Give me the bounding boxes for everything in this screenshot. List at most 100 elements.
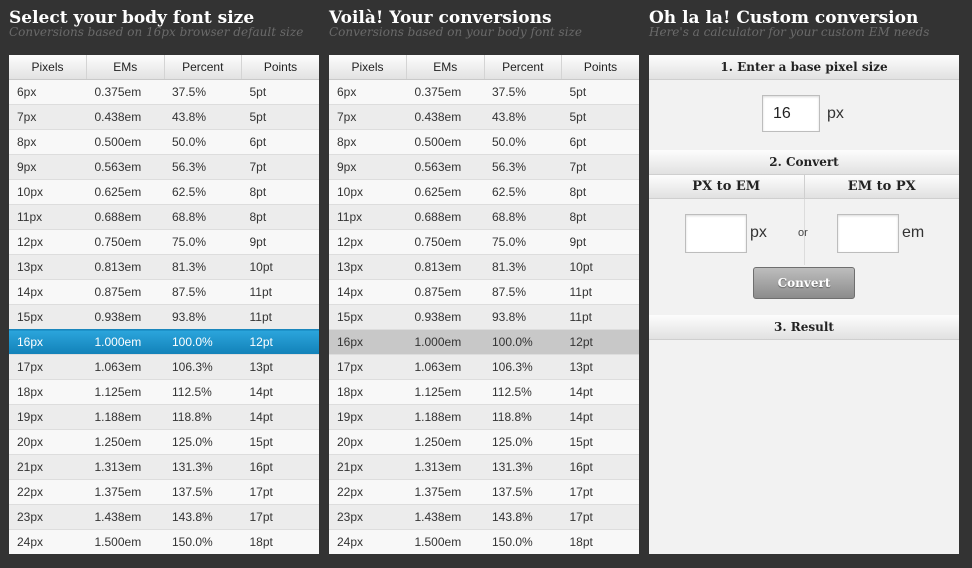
- table-row: 16px 1.000em 100.0% 12pt: [329, 329, 639, 355]
- percent-cell: 100.0%: [484, 329, 562, 355]
- table-row[interactable]: 16px 1.000em 100.0% 12pt: [9, 329, 319, 355]
- points-cell: 5pt: [241, 104, 319, 130]
- table-row[interactable]: 8px 0.500em 50.0% 6pt: [9, 129, 319, 155]
- pixels-cell: 6px: [329, 79, 407, 105]
- table-row[interactable]: 23px 1.438em 143.8% 17pt: [9, 504, 319, 530]
- table-row: 19px 1.188em 118.8% 14pt: [329, 404, 639, 430]
- table-row[interactable]: 6px 0.375em 37.5% 5pt: [9, 79, 319, 105]
- header-pixels: Pixels: [329, 55, 407, 80]
- table-row[interactable]: 9px 0.563em 56.3% 7pt: [9, 154, 319, 180]
- points-cell: 18pt: [241, 529, 319, 554]
- px-input[interactable]: [685, 214, 747, 253]
- table-row[interactable]: 22px 1.375em 137.5% 17pt: [9, 479, 319, 505]
- ems-cell: 1.188em: [86, 404, 164, 430]
- percent-cell: 150.0%: [164, 529, 242, 554]
- points-cell: 16pt: [561, 454, 639, 480]
- percent-cell: 81.3%: [164, 254, 242, 280]
- ems-cell: 1.063em: [406, 354, 484, 380]
- table-row[interactable]: 24px 1.500em 150.0% 18pt: [9, 529, 319, 554]
- table-row[interactable]: 17px 1.063em 106.3% 13pt: [9, 354, 319, 380]
- header-points: Points: [241, 55, 319, 80]
- header-percent: Percent: [164, 55, 242, 80]
- table-row: 13px 0.813em 81.3% 10pt: [329, 254, 639, 280]
- pixels-cell: 14px: [9, 279, 87, 305]
- pixels-cell: 13px: [329, 254, 407, 280]
- percent-cell: 112.5%: [164, 379, 242, 405]
- panel-subtitle: Conversions based on 16px browser defaul…: [9, 25, 304, 39]
- percent-cell: 131.3%: [484, 454, 562, 480]
- points-cell: 8pt: [241, 179, 319, 205]
- percent-cell: 150.0%: [484, 529, 562, 554]
- percent-cell: 137.5%: [484, 479, 562, 505]
- points-cell: 11pt: [241, 304, 319, 330]
- ems-cell: 0.750em: [86, 229, 164, 255]
- percent-cell: 87.5%: [484, 279, 562, 305]
- points-cell: 9pt: [241, 229, 319, 255]
- percent-cell: 137.5%: [164, 479, 242, 505]
- table-row[interactable]: 7px 0.438em 43.8% 5pt: [9, 104, 319, 130]
- pixels-cell: 18px: [9, 379, 87, 405]
- pixels-cell: 22px: [329, 479, 407, 505]
- base-pixel-input[interactable]: 16: [762, 95, 820, 132]
- em-input[interactable]: [837, 214, 899, 253]
- calculator: 1. Enter a base pixel size 16 px 2. Conv…: [649, 55, 959, 554]
- table-row[interactable]: 15px 0.938em 93.8% 11pt: [9, 304, 319, 330]
- table-row[interactable]: 13px 0.813em 81.3% 10pt: [9, 254, 319, 280]
- points-cell: 8pt: [561, 179, 639, 205]
- percent-cell: 75.0%: [484, 229, 562, 255]
- points-cell: 8pt: [561, 204, 639, 230]
- points-cell: 13pt: [241, 354, 319, 380]
- points-cell: 5pt: [241, 79, 319, 105]
- percent-cell: 50.0%: [164, 129, 242, 155]
- points-cell: 14pt: [241, 379, 319, 405]
- table-row[interactable]: 20px 1.250em 125.0% 15pt: [9, 429, 319, 455]
- points-cell: 14pt: [241, 404, 319, 430]
- table-row[interactable]: 11px 0.688em 68.8% 8pt: [9, 204, 319, 230]
- pixels-cell: 21px: [329, 454, 407, 480]
- percent-cell: 43.8%: [164, 104, 242, 130]
- ems-cell: 0.438em: [86, 104, 164, 130]
- panel-subtitle: Conversions based on your body font size: [329, 25, 582, 39]
- px-unit-label: px: [750, 224, 767, 241]
- convert-button[interactable]: Convert: [753, 267, 855, 299]
- pixels-cell: 22px: [9, 479, 87, 505]
- convert-area: px or em Convert: [649, 199, 959, 315]
- pixels-cell: 17px: [9, 354, 87, 380]
- percent-cell: 62.5%: [484, 179, 562, 205]
- percent-cell: 50.0%: [484, 129, 562, 155]
- table-row[interactable]: 10px 0.625em 62.5% 8pt: [9, 179, 319, 205]
- table-row: 8px 0.500em 50.0% 6pt: [329, 129, 639, 155]
- table-row[interactable]: 21px 1.313em 131.3% 16pt: [9, 454, 319, 480]
- percent-cell: 106.3%: [164, 354, 242, 380]
- table-row[interactable]: 19px 1.188em 118.8% 14pt: [9, 404, 319, 430]
- percent-cell: 56.3%: [164, 154, 242, 180]
- table-row[interactable]: 18px 1.125em 112.5% 14pt: [9, 379, 319, 405]
- ems-cell: 1.000em: [86, 329, 164, 355]
- header-ems: EMs: [86, 55, 165, 80]
- ems-cell: 0.938em: [406, 304, 484, 330]
- table-row[interactable]: 12px 0.750em 75.0% 9pt: [9, 229, 319, 255]
- step1-header: 1. Enter a base pixel size: [649, 55, 959, 80]
- points-cell: 13pt: [561, 354, 639, 380]
- percent-cell: 68.8%: [484, 204, 562, 230]
- or-label: or: [798, 227, 808, 239]
- ems-cell: 1.000em: [406, 329, 484, 355]
- header-points: Points: [561, 55, 639, 80]
- points-cell: 17pt: [241, 479, 319, 505]
- ems-cell: 1.375em: [86, 479, 164, 505]
- table-row: 10px 0.625em 62.5% 8pt: [329, 179, 639, 205]
- points-cell: 11pt: [561, 279, 639, 305]
- ems-cell: 0.938em: [86, 304, 164, 330]
- ems-cell: 1.125em: [406, 379, 484, 405]
- ems-cell: 0.500em: [86, 129, 164, 155]
- points-cell: 10pt: [241, 254, 319, 280]
- table-row[interactable]: 14px 0.875em 87.5% 11pt: [9, 279, 319, 305]
- ems-cell: 0.375em: [406, 79, 484, 105]
- ems-cell: 0.813em: [86, 254, 164, 280]
- percent-cell: 131.3%: [164, 454, 242, 480]
- ems-cell: 0.875em: [86, 279, 164, 305]
- pixels-cell: 16px: [329, 329, 407, 355]
- ems-cell: 0.875em: [406, 279, 484, 305]
- pixels-cell: 23px: [9, 504, 87, 530]
- points-cell: 7pt: [561, 154, 639, 180]
